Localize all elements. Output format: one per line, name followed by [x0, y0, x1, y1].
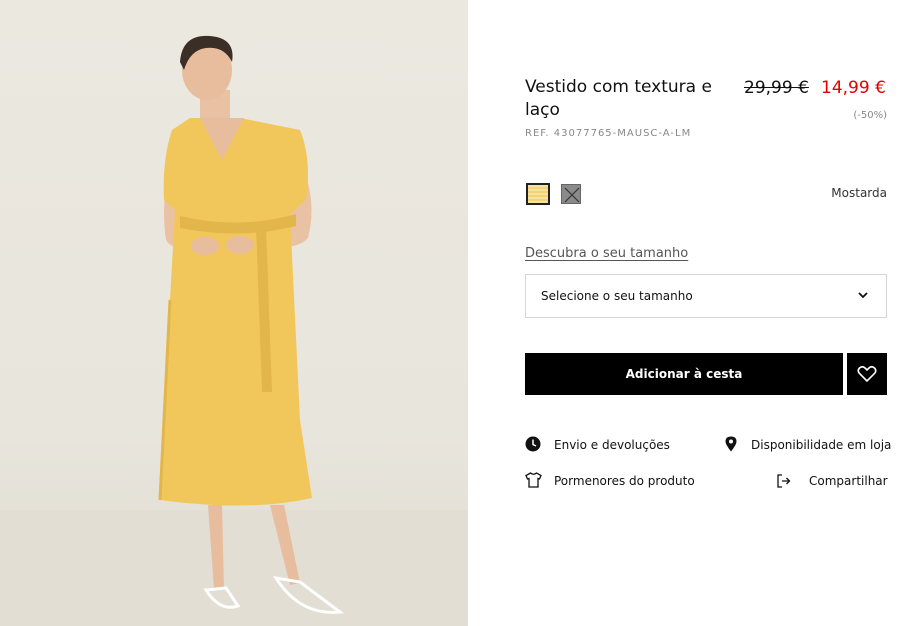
favorite-button[interactable] — [847, 353, 887, 395]
discount-badge: (-50%) — [853, 110, 887, 121]
add-to-cart-button[interactable]: Adicionar à cesta — [525, 353, 843, 395]
product-details-link[interactable]: Pormenores do produto — [525, 472, 695, 490]
chevron-down-icon — [858, 292, 868, 299]
sale-price: 14,99 € — [821, 78, 886, 98]
share-label: Compartilhar — [809, 474, 888, 488]
product-info-panel: Vestido com textura e laço REF. 43077765… — [525, 0, 891, 626]
size-guide-link[interactable]: Descubra o seu tamanho — [525, 246, 688, 261]
clock-icon — [525, 436, 541, 452]
product-reference: REF. 43077765-MAUSC-A-LM — [525, 128, 692, 139]
store-availability-link[interactable]: Disponibilidade em loja — [725, 436, 891, 454]
selected-color-name: Mostarda — [831, 186, 887, 200]
store-availability-label: Disponibilidade em loja — [751, 438, 892, 452]
color-swatch-grey[interactable] — [561, 184, 581, 204]
heart-icon — [857, 365, 877, 383]
size-select-label: Selecione o seu tamanho — [541, 289, 693, 303]
model-illustration — [0, 35, 468, 626]
location-pin-icon — [725, 436, 737, 452]
product-title: Vestido com textura e laço — [525, 77, 712, 120]
unavailable-cross-icon — [564, 187, 580, 203]
shipping-returns-link[interactable]: Envio e devoluções — [525, 436, 675, 454]
color-swatch-mustard[interactable] — [526, 183, 550, 205]
size-select[interactable]: Selecione o seu tamanho — [525, 274, 887, 318]
product-photo[interactable] — [0, 0, 468, 626]
original-price: 29,99 € — [744, 78, 809, 98]
shipping-returns-label: Envio e devoluções — [554, 438, 670, 452]
share-icon — [777, 474, 791, 488]
product-details-label: Pormenores do produto — [554, 474, 695, 488]
share-link[interactable]: Compartilhar — [777, 472, 888, 490]
tshirt-icon — [525, 472, 542, 488]
